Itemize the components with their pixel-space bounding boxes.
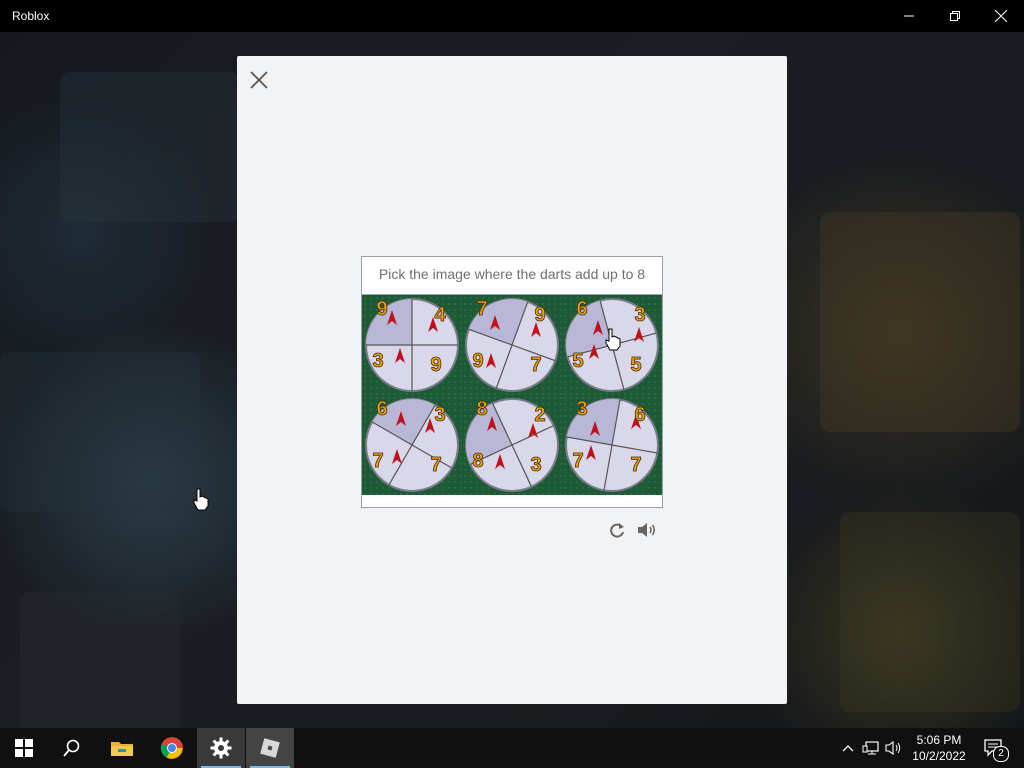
windows-start-icon xyxy=(15,739,33,757)
clock-time: 5:06 PM xyxy=(916,733,962,747)
roblox-icon xyxy=(260,738,280,758)
roblox-button[interactable] xyxy=(246,728,294,768)
dartboard-image: 8 2 8 3 xyxy=(465,398,559,492)
dart-score-number: 3 xyxy=(434,404,445,426)
clock[interactable]: 5:06 PM 10/2/2022 xyxy=(905,732,973,764)
dart-score-number: 7 xyxy=(572,450,583,472)
clock-date: 10/2/2022 xyxy=(912,749,966,763)
captcha-tile-2[interactable]: 7 9 9 7 xyxy=(462,295,562,395)
captcha-image-grid: 9 4 3 9 7 9 9 7 6 3 5 5 6 3 7 7 8 2 8 3 3 6 7 7 xyxy=(362,295,662,495)
dart-score-number: 8 xyxy=(472,450,483,472)
restore-button[interactable] xyxy=(932,0,978,32)
refresh-icon xyxy=(610,523,624,538)
dart-score-number: 3 xyxy=(634,304,645,326)
dart-score-number: 3 xyxy=(530,454,541,476)
refresh-button[interactable] xyxy=(607,520,627,540)
captcha-prompt: Pick the image where the darts add up to… xyxy=(362,257,662,295)
dartboard-image: 7 9 9 7 xyxy=(465,298,559,392)
dart-score-number: 6 xyxy=(576,298,587,320)
dart-score-number: 8 xyxy=(476,398,487,420)
audio-button[interactable] xyxy=(636,520,658,540)
show-hidden-icons-button[interactable] xyxy=(838,738,858,758)
speaker-icon xyxy=(638,523,656,537)
close-icon xyxy=(250,71,268,89)
close-icon xyxy=(995,10,1007,22)
minimize-icon xyxy=(904,15,914,17)
dart-score-number: 7 xyxy=(476,298,487,320)
dart-score-number: 9 xyxy=(376,298,387,320)
settings-gear-icon xyxy=(210,737,232,759)
dart-score-number: 5 xyxy=(630,354,641,376)
chrome-button[interactable] xyxy=(148,728,196,768)
dartboard-image: 3 6 7 7 xyxy=(565,398,659,492)
settings-button[interactable] xyxy=(197,728,245,768)
dart-score-number: 6 xyxy=(634,404,645,426)
dartboard-image: 6 3 5 5 xyxy=(565,298,659,392)
dart-score-number: 7 xyxy=(430,454,441,476)
close-window-button[interactable] xyxy=(978,0,1024,32)
notification-count-badge: 2 xyxy=(993,746,1009,762)
captcha-tile-6[interactable]: 3 6 7 7 xyxy=(562,395,662,495)
search-icon xyxy=(63,739,80,757)
dart-score-number: 2 xyxy=(534,404,545,426)
captcha-tile-5[interactable]: 8 2 8 3 xyxy=(462,395,562,495)
start-button[interactable] xyxy=(0,728,48,768)
captcha-tile-3[interactable]: 6 3 5 5 xyxy=(562,295,662,395)
file-explorer-icon xyxy=(111,742,133,756)
captcha-tile-1[interactable]: 9 4 3 9 xyxy=(362,295,462,395)
dart-score-number: 7 xyxy=(372,450,383,472)
dart-score-number: 9 xyxy=(534,304,545,326)
dart-score-number: 9 xyxy=(430,354,441,376)
dart-score-number: 3 xyxy=(372,350,383,372)
dartboard-image: 9 4 3 9 xyxy=(365,298,459,392)
app-title: Roblox xyxy=(12,9,50,23)
action-center-button[interactable]: 2 xyxy=(981,738,1009,762)
dart-score-number: 7 xyxy=(530,354,541,376)
dart-score-number: 9 xyxy=(472,350,483,372)
dart-score-number: 4 xyxy=(434,304,446,326)
network-tray[interactable] xyxy=(861,738,881,758)
chrome-icon xyxy=(160,737,183,759)
minimize-button[interactable] xyxy=(886,0,932,32)
restore-icon xyxy=(950,11,960,21)
window-titlebar: Roblox xyxy=(0,0,1024,32)
dart-score-number: 3 xyxy=(576,398,587,420)
chevron-up-icon xyxy=(842,745,854,752)
volume-icon xyxy=(885,740,901,756)
search-button[interactable] xyxy=(48,728,96,768)
captcha-modal: Pick the image where the darts add up to… xyxy=(237,56,787,704)
dart-score-number: 7 xyxy=(630,454,641,476)
network-icon xyxy=(862,741,879,755)
dart-score-number: 5 xyxy=(572,350,583,372)
dart-score-number: 6 xyxy=(376,398,387,420)
captcha-challenge: Pick the image where the darts add up to… xyxy=(361,256,663,508)
file-explorer-button[interactable] xyxy=(98,728,146,768)
taskbar: 5:06 PM 10/2/2022 2 xyxy=(0,728,1024,768)
close-modal-button[interactable] xyxy=(249,70,269,90)
volume-tray[interactable] xyxy=(884,738,904,758)
captcha-tile-4[interactable]: 6 3 7 7 xyxy=(362,395,462,495)
dartboard-image: 6 3 7 7 xyxy=(365,398,459,492)
